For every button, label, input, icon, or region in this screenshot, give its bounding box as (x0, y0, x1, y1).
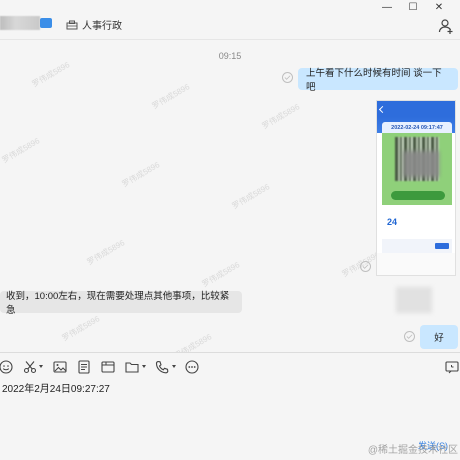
time-separator: 09:15 (218, 51, 242, 61)
chat-window: 人事行政 — ☐ ✕ 罗伟成5896 罗伟成5896 罗伟成5896 罗伟成58… (0, 0, 460, 460)
message-bubble-outgoing[interactable]: 好 (420, 325, 458, 349)
message-input-text[interactable]: 2022年2月24日09:27:27 (2, 380, 110, 395)
message-input[interactable]: 2022年2月24日09:27:27 发送(S) @稀土掘金技术社区 (0, 380, 460, 460)
contact-tag-icon (40, 18, 52, 28)
contact-name-redacted (0, 16, 40, 30)
department-name: 人事行政 (82, 21, 122, 32)
chevron-down-icon[interactable] (172, 365, 176, 368)
redacted-area (403, 151, 439, 177)
image-header (377, 101, 455, 117)
chevron-down-icon[interactable] (142, 365, 146, 368)
minimize-button[interactable]: — (374, 0, 400, 14)
watermark-text: 罗伟成5896 (30, 60, 72, 89)
read-status-icon (282, 72, 293, 83)
maximize-button[interactable]: ☐ (400, 0, 426, 14)
image-date: 2022-02-24 09:17:47 (382, 122, 452, 133)
department-label[interactable]: 人事行政 (66, 17, 122, 32)
organization-icon (66, 20, 78, 29)
watermark-text: 罗伟成5896 (85, 238, 127, 267)
watermark-text: 罗伟成5896 (230, 182, 272, 211)
title-bar: 人事行政 — ☐ ✕ (0, 0, 460, 40)
chevron-down-icon[interactable] (39, 365, 43, 368)
message-bubble-incoming[interactable]: 收到，10:00左右，现在需要处理点其他事项，比较紧急 (0, 291, 242, 316)
message-text: 收到，10:00左右，现在需要处理点其他事项，比较紧急 (6, 291, 230, 316)
redacted-area (396, 287, 432, 313)
watermark-text: 罗伟成5896 (200, 260, 242, 289)
site-watermark: @稀土掘金技术社区 (367, 445, 458, 456)
file-icon[interactable] (100, 359, 116, 375)
watermark-text: 罗伟成5896 (60, 314, 102, 343)
watermark-text: 罗伟成5896 (172, 332, 214, 352)
folder-icon[interactable] (124, 359, 140, 375)
more-icon[interactable] (184, 359, 200, 375)
read-status-icon (360, 261, 371, 272)
message-text: 上午看下什么时候有时间 谈一下吧 (306, 68, 442, 93)
message-text: 好 (434, 333, 444, 344)
history-icon[interactable] (444, 359, 460, 375)
image-message[interactable]: 2022-02-24 09:17:47 24 (376, 100, 456, 276)
input-toolbar (0, 352, 460, 380)
add-member-icon[interactable] (438, 18, 454, 34)
message-list[interactable]: 罗伟成5896 罗伟成5896 罗伟成5896 罗伟成5896 罗伟成5896 … (0, 41, 460, 352)
watermark-text: 罗伟成5896 (150, 82, 192, 111)
read-status-icon (404, 331, 415, 342)
phone-icon[interactable] (154, 359, 170, 375)
watermark-text: 罗伟成5896 (260, 102, 302, 131)
image-big-number: 24 (387, 217, 398, 227)
document-icon[interactable] (76, 359, 92, 375)
watermark-text: 罗伟成5896 (0, 136, 42, 165)
watermark-text: 罗伟成5896 (120, 160, 162, 189)
emoji-icon[interactable] (0, 359, 14, 375)
message-bubble-outgoing[interactable]: 上午看下什么时候有时间 谈一下吧 (298, 68, 458, 93)
close-button[interactable]: ✕ (426, 0, 452, 14)
window-controls: — ☐ ✕ (374, 0, 452, 14)
image-icon[interactable] (52, 359, 68, 375)
scissors-icon[interactable] (22, 359, 38, 375)
